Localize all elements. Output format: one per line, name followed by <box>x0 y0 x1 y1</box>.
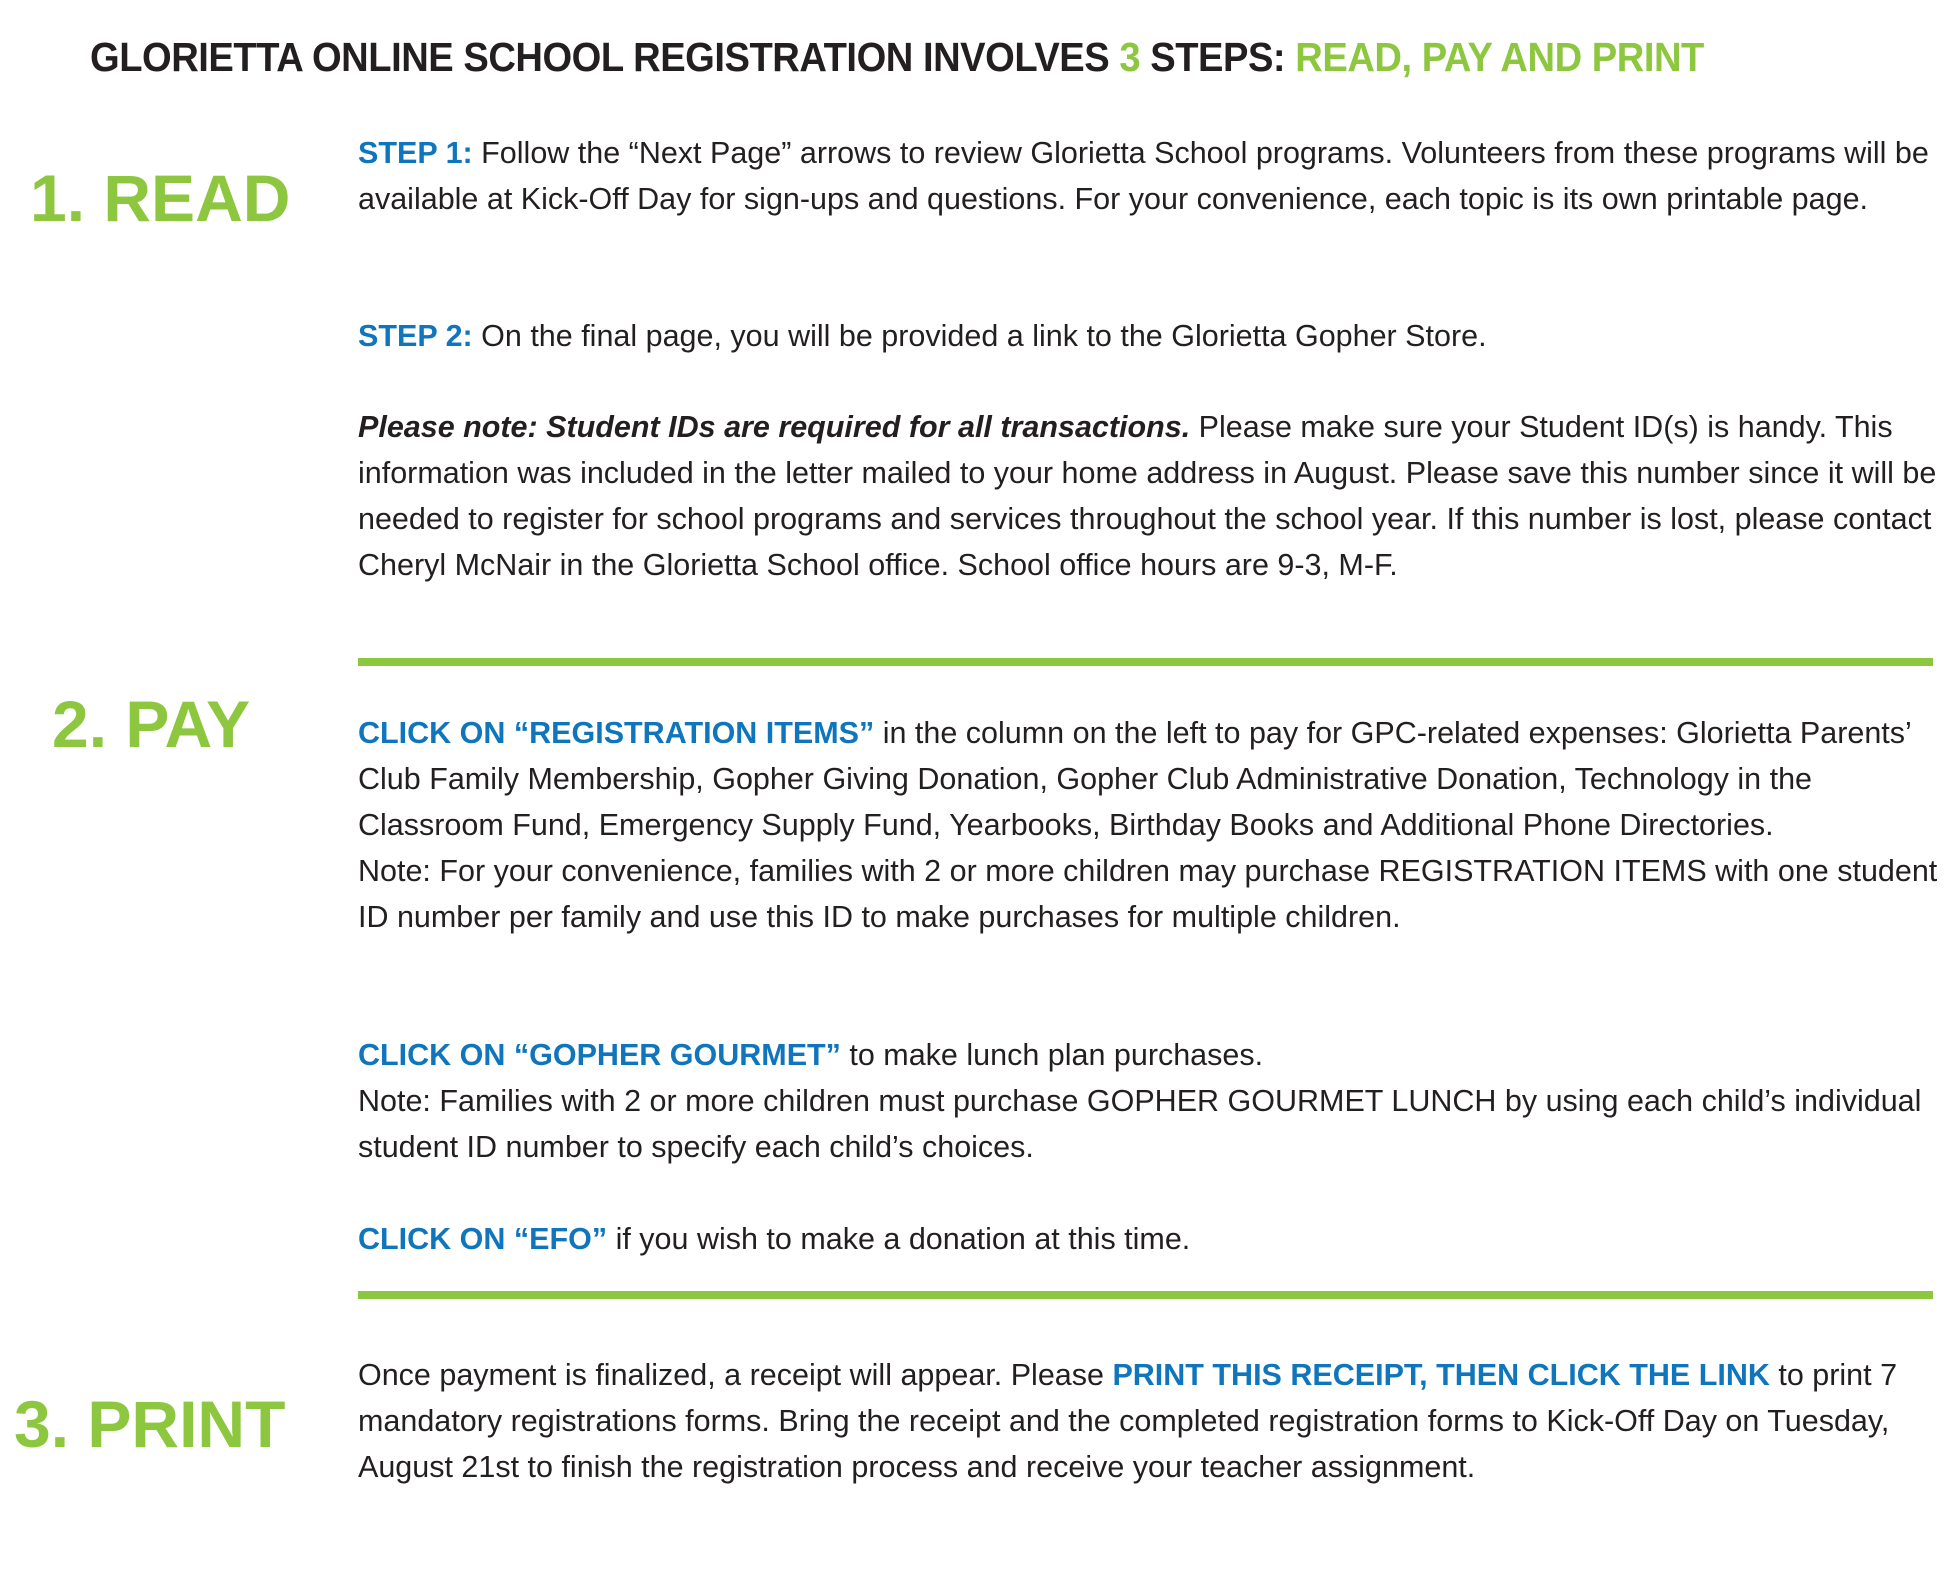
note-bold: Please note: Student IDs are required fo… <box>358 410 1191 444</box>
read-heading: 1. READ <box>30 161 291 235</box>
title-step-count: 3 <box>1119 34 1141 80</box>
section-divider <box>358 658 1933 666</box>
step1-paragraph: STEP 1: Follow the “Next Page” arrows to… <box>358 130 1943 222</box>
registration-items-paragraph: CLICK ON “REGISTRATION ITEMS” in the col… <box>358 710 1943 940</box>
title-step-names: READ, PAY AND PRINT <box>1295 34 1704 80</box>
section-divider <box>358 1291 1933 1299</box>
gopher-gourmet-note: Note: Families with 2 or more children m… <box>358 1084 1922 1164</box>
title-steps: STEPS: <box>1140 34 1296 80</box>
registration-items-note: Note: For your convenience, families wit… <box>358 854 1938 934</box>
gopher-gourmet-paragraph: CLICK ON “GOPHER GOURMET” to make lunch … <box>358 1032 1943 1170</box>
efo-link[interactable]: CLICK ON “EFO” <box>358 1222 607 1256</box>
efo-text: if you wish to make a donation at this t… <box>607 1222 1191 1256</box>
step2-label: STEP 2: <box>358 319 473 353</box>
title-text: GLORIETTA ONLINE SCHOOL REGISTRATION INV… <box>90 34 1120 80</box>
print-text-1: Once payment is finalized, a receipt wil… <box>358 1358 1113 1392</box>
print-heading: 3. PRINT <box>14 1387 286 1461</box>
print-receipt-link[interactable]: PRINT THIS RECEIPT, THEN CLICK THE LINK <box>1112 1358 1769 1392</box>
efo-paragraph: CLICK ON “EFO” if you wish to make a don… <box>358 1216 1943 1262</box>
print-paragraph: Once payment is finalized, a receipt wil… <box>358 1352 1943 1490</box>
step2-text: On the final page, you will be provided … <box>472 319 1487 353</box>
gopher-gourmet-text: to make lunch plan purchases. <box>840 1038 1264 1072</box>
step1-label: STEP 1: <box>358 136 473 170</box>
step1-text: Follow the “Next Page” arrows to review … <box>358 136 1929 216</box>
pay-heading: 2. PAY <box>52 687 251 761</box>
gopher-gourmet-link[interactable]: CLICK ON “GOPHER GOURMET” <box>358 1038 841 1072</box>
registration-items-link[interactable]: CLICK ON “REGISTRATION ITEMS” <box>358 716 874 750</box>
step2-paragraph: STEP 2: On the final page, you will be p… <box>358 313 1943 359</box>
student-id-note: Please note: Student IDs are required fo… <box>358 404 1943 588</box>
page-title: GLORIETTA ONLINE SCHOOL REGISTRATION INV… <box>90 34 1704 81</box>
